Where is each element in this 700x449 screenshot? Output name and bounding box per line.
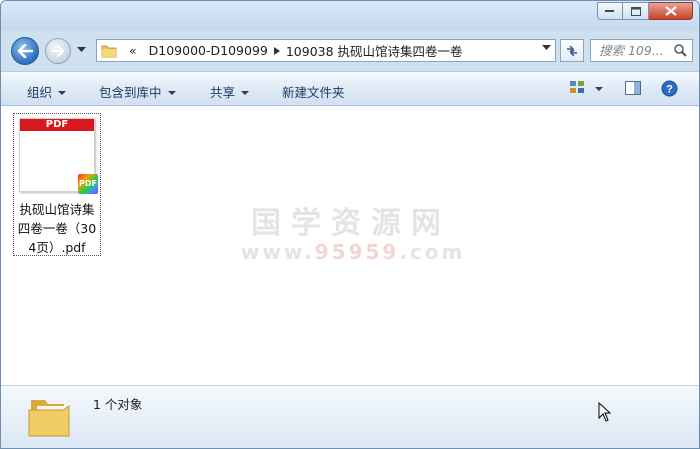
- maximize-icon: [630, 6, 641, 16]
- svg-text:?: ?: [666, 84, 673, 96]
- chevron-down-icon: [241, 91, 250, 95]
- pdf-file-icon: PDF PDF: [19, 118, 98, 194]
- recent-pages-dropdown-icon[interactable]: [77, 47, 86, 53]
- search-icon[interactable]: [674, 44, 687, 57]
- organize-menu[interactable]: 组织: [27, 82, 67, 101]
- search-input[interactable]: 搜索 109...: [590, 39, 693, 62]
- maximize-button[interactable]: [623, 2, 649, 20]
- file-name[interactable]: 执砚山馆诗集四卷一卷（304页）.pdf: [14, 200, 100, 257]
- watermark-url-prefix: www.: [241, 240, 315, 264]
- include-in-library-menu[interactable]: 包含到库中: [99, 82, 176, 101]
- item-count: 1 个对象: [93, 397, 143, 412]
- refresh-button[interactable]: [560, 39, 584, 62]
- pdf-badge-icon: PDF: [78, 174, 98, 194]
- arrow-left-icon: [17, 44, 33, 58]
- address-dropdown-icon[interactable]: [542, 45, 551, 51]
- breadcrumb-separator-icon[interactable]: [273, 46, 280, 55]
- caption-buttons: [597, 2, 693, 20]
- help-button[interactable]: ?: [661, 80, 678, 100]
- mouse-cursor-icon: [598, 402, 612, 422]
- new-folder-button[interactable]: 新建文件夹: [282, 82, 345, 101]
- help-icon: ?: [661, 80, 678, 97]
- file-item[interactable]: PDF PDF 执砚山馆诗集四卷一卷（304页）.pdf: [13, 113, 101, 256]
- close-button[interactable]: [649, 2, 693, 20]
- view-options-icon: [570, 81, 584, 93]
- search-placeholder: 搜索 109...: [599, 43, 664, 58]
- close-icon: [664, 6, 677, 16]
- back-button[interactable]: [11, 37, 39, 65]
- minimize-button[interactable]: [597, 2, 623, 20]
- breadcrumb-segment-current[interactable]: 109038 执砚山馆诗集四卷一卷: [286, 41, 463, 60]
- watermark: 国学资源网 www.95959.com: [241, 198, 462, 264]
- folder-large-icon: [28, 400, 70, 437]
- minimize-icon: [605, 10, 614, 12]
- details-pane: 1 个对象: [1, 385, 699, 448]
- file-list-pane[interactable]: 国学资源网 www.95959.com PDF PDF 执砚山馆诗集四卷一卷（3…: [1, 106, 699, 385]
- watermark-title: 国学资源网: [251, 206, 451, 241]
- preview-pane-button[interactable]: [625, 81, 641, 99]
- navigation-row: « D109000-D109099 109038 执砚山馆诗集四卷一卷 搜索 1…: [1, 34, 699, 66]
- explorer-window: « D109000-D109099 109038 执砚山馆诗集四卷一卷 搜索 1…: [0, 0, 700, 449]
- change-view-button[interactable]: [570, 81, 586, 98]
- preview-pane-icon: [625, 81, 641, 95]
- command-bar: 组织 包含到库中 共享 新建文件夹 ?: [1, 71, 699, 106]
- forward-button[interactable]: [45, 38, 71, 64]
- pdf-thumb-label: PDF: [20, 119, 94, 131]
- breadcrumb-segment[interactable]: D109000-D109099: [149, 43, 268, 58]
- arrow-right-icon: [51, 45, 65, 57]
- watermark-url-number: 95959: [314, 240, 400, 264]
- refresh-icon: [567, 44, 577, 57]
- address-bar[interactable]: « D109000-D109099 109038 执砚山馆诗集四卷一卷: [96, 39, 556, 62]
- chevron-down-icon: [58, 91, 67, 95]
- include-library-label: 包含到库中: [99, 85, 162, 100]
- watermark-url-suffix: .com: [399, 240, 466, 264]
- folder-icon: [101, 45, 117, 57]
- share-menu[interactable]: 共享: [210, 82, 250, 101]
- chevron-down-icon: [167, 91, 176, 95]
- view-dropdown-icon[interactable]: [595, 87, 603, 92]
- title-bar: [1, 1, 699, 31]
- organize-label: 组织: [27, 85, 53, 100]
- watermark-url: www.95959.com: [241, 240, 462, 264]
- share-label: 共享: [210, 85, 236, 100]
- breadcrumb-overflow[interactable]: «: [129, 43, 137, 58]
